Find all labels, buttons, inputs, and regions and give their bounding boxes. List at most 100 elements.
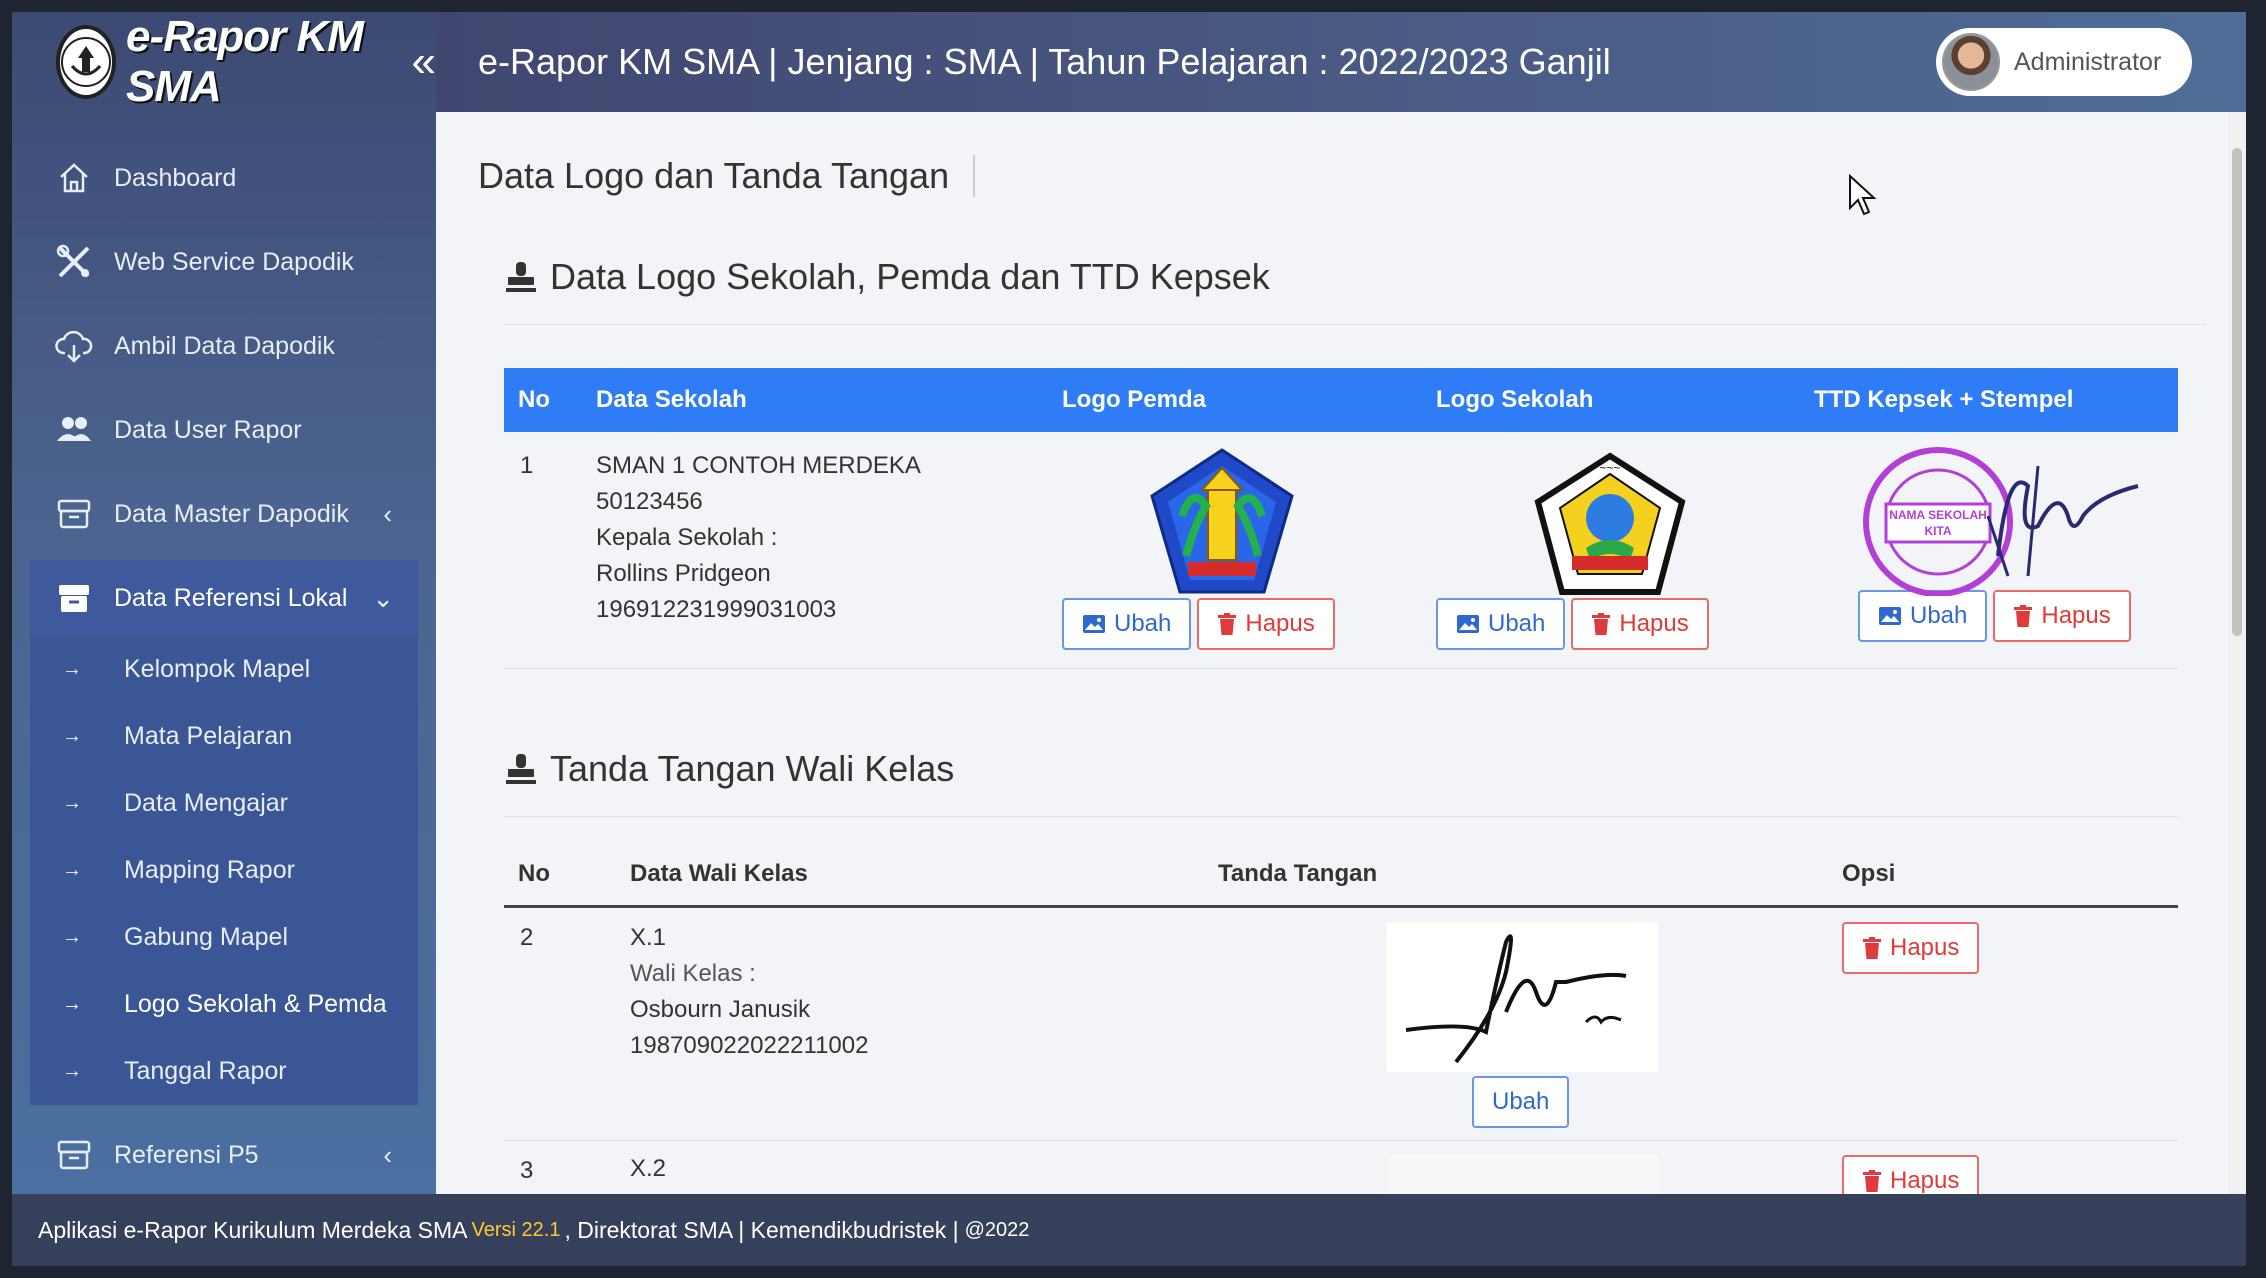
col-opsi: Opsi [1842,844,2178,908]
sidebar-item-web-service-dapodik[interactable]: Web Service Dapodik [12,220,436,304]
footer-version: Versi 22.1 [471,1218,561,1241]
submenu-item-mapping-rapor[interactable]: → Mapping Rapor [30,837,418,904]
stamp-icon [504,260,538,294]
logo-pemda-image [1142,446,1302,596]
opsi-cell: Hapus [1842,906,2178,1141]
image-icon [1082,614,1106,634]
submenu-item-label: Gabung Mapel [124,923,289,951]
ttd-kepsek-cell: NAMA SEKOLAH KITA Ubah Hapus [1814,432,2178,668]
logo-pemda-actions: Ubah Hapus [1062,598,1436,650]
archive-icon [54,1135,94,1175]
footer-org: , Direktorat SMA | Kemendikbudristek | [564,1216,959,1243]
col-no: No [504,844,630,908]
sidebar: e-Rapor KM SMA « Dashboard Web Service D… [12,12,436,1194]
submenu-item-data-mengajar[interactable]: → Data Mengajar [30,770,418,837]
cloud-download-icon [54,326,94,366]
logo-sekolah-cell: ~~~ Ubah Hapus [1436,432,1814,668]
col-logo-sekolah: Logo Sekolah [1436,368,1814,432]
row-no: 1 [520,452,534,479]
footer-year: @2022 [964,1218,1030,1241]
logo-table: No Data Sekolah Logo Pemda Logo Sekolah … [504,368,2178,669]
page-header: Data Logo dan Tanda Tangan [436,112,2246,240]
collapse-sidebar-icon[interactable]: « [412,40,436,84]
sidebar-item-label: Dashboard [114,163,237,192]
sidebar-item-data-referensi-lokal[interactable]: Data Referensi Lokal ⌄ [30,560,418,636]
page-title: Data Logo dan Tanda Tangan [478,155,976,197]
arrow-right-icon: → [62,859,82,881]
main-content: Data Logo dan Tanda Tangan Data Logo Sek… [436,112,2246,1266]
hapus-logo-pemda-button[interactable]: Hapus [1197,598,1335,650]
chevron-left-icon: ‹ [383,498,392,529]
ubah-ttd-kepsek-button[interactable]: Ubah [1858,590,1988,642]
ubah-logo-sekolah-button[interactable]: Ubah [1436,598,1566,650]
school-info: SMAN 1 CONTOH MERDEKA 50123456 Kepala Se… [596,432,1062,668]
app-frame: e-Rapor KM SMA « Dashboard Web Service D… [12,12,2246,1266]
user-name: Administrator [2014,47,2162,76]
chevron-down-icon: ⌄ [372,582,394,613]
submenu-item-gabung-mapel[interactable]: → Gabung Mapel [30,904,418,971]
hapus-ttd-kepsek-button[interactable]: Hapus [1993,590,2131,642]
user-menu-button[interactable]: Administrator [1936,28,2192,96]
ttd-kepsek-actions: Ubah Hapus [1858,590,2178,642]
stamp-icon [504,752,538,786]
submenu-item-mata-pelajaran[interactable]: → Mata Pelajaran [30,703,418,770]
sidebar-item-data-user-rapor[interactable]: Data User Rapor [12,388,436,472]
divider [504,816,2178,817]
section-title-text: Data Logo Sekolah, Pemda dan TTD Kepsek [550,256,1270,297]
topbar-title: e-Rapor KM SMA | Jenjang : SMA | Tahun P… [478,41,1611,82]
arrow-right-icon: → [62,658,82,680]
submenu-item-logo-sekolah-pemda[interactable]: → Logo Sekolah & Pemda [30,971,418,1038]
logo-sekolah-actions: Ubah Hapus [1436,598,1814,650]
col-data-wali-kelas: Data Wali Kelas [630,844,1218,908]
kepsek-label: Kepala Sekolah : [596,524,778,551]
image-icon [1456,614,1480,634]
brand[interactable]: e-Rapor KM SMA « [12,12,436,112]
ubah-ttd-wali-button[interactable]: Ubah [1472,1075,1570,1128]
mouse-cursor-icon [1848,173,1878,223]
hapus-logo-sekolah-button[interactable]: Hapus [1571,598,1709,650]
arrow-right-icon: → [62,725,82,747]
wali-info: X.1 Wali Kelas : Osbourn Janusik 1987090… [630,906,1218,1141]
sidebar-item-label: Data Master Dapodik [114,499,349,528]
hapus-ttd-wali-button[interactable]: Hapus [1842,921,1980,974]
submenu-item-tanggal-rapor[interactable]: → Tanggal Rapor [30,1038,418,1105]
wali-kelas-table: No Data Wali Kelas Tanda Tangan Opsi 2 X… [504,844,2178,1220]
arrow-right-icon: → [62,926,82,948]
col-data-sekolah: Data Sekolah [596,368,1062,432]
sidebar-item-referensi-p5[interactable]: Referensi P5 ‹ [12,1113,436,1197]
ubah-logo-pemda-button[interactable]: Ubah [1062,598,1192,650]
signature-cell: Ubah [1218,906,1842,1141]
sidebar-item-dashboard[interactable]: Dashboard [12,136,436,220]
sidebar-item-label: Data Referensi Lokal [114,583,348,612]
wali-nip: 198709022022211002 [630,1031,869,1059]
submenu-item-kelompok-mapel[interactable]: → Kelompok Mapel [30,636,418,703]
sidebar-item-ambil-data-dapodik[interactable]: Ambil Data Dapodik [12,304,436,388]
submenu-item-label: Mata Pelajaran [124,722,293,750]
scrollbar-thumb[interactable] [2232,148,2242,636]
vertical-scrollbar[interactable] [2228,112,2246,1266]
section-title-wali-kelas: Tanda Tangan Wali Kelas [436,732,954,806]
footer: Aplikasi e-Rapor Kurikulum Merdeka SMA V… [12,1194,2246,1266]
users-icon [54,410,94,450]
school-npsn: 50123456 [596,488,703,515]
home-icon [54,158,94,198]
kepsek-nip: 196912231999031003 [596,596,837,623]
sidebar-item-label: Data User Rapor [114,415,302,444]
chevron-left-icon: ‹ [383,1139,392,1170]
arrow-right-icon: → [62,792,82,814]
archive-icon [54,578,94,618]
brand-logo-icon [56,25,116,99]
trash-icon [2013,605,2033,627]
topbar: e-Rapor KM SMA | Jenjang : SMA | Tahun P… [436,12,2246,112]
sidebar-item-data-master-dapodik[interactable]: Data Master Dapodik ‹ [12,472,436,556]
school-name: SMAN 1 CONTOH MERDEKA [596,452,921,479]
trash-icon [1862,1169,1882,1192]
col-ttd-kepsek: TTD Kepsek + Stempel [1814,368,2178,432]
trash-icon [1217,613,1237,635]
arrow-right-icon: → [62,993,82,1015]
table-row: 2 X.1 Wali Kelas : Osbourn Janusik 19870… [504,906,2178,1141]
section-title-text: Tanda Tangan Wali Kelas [550,748,955,789]
ttd-kepsek-image: NAMA SEKOLAH KITA [1858,446,2142,597]
tools-icon [54,242,94,282]
sidebar-item-label: Ambil Data Dapodik [114,331,335,360]
